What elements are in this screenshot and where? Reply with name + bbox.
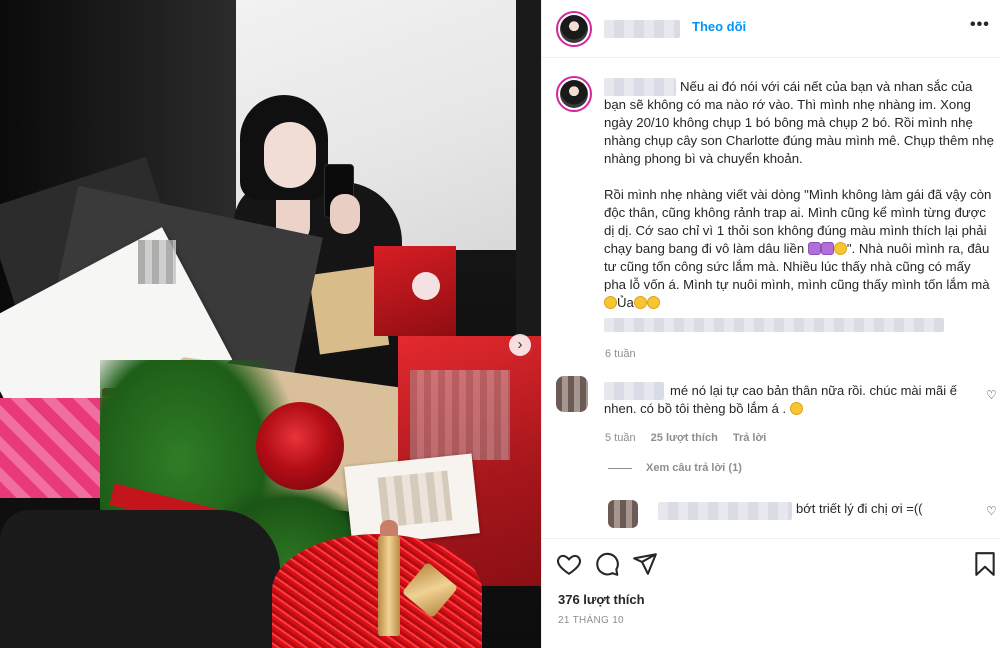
post-actions-bar: 376 lượt thích 21 THÁNG 10 (542, 538, 1000, 648)
mirror-frame (516, 0, 541, 340)
smile-emoji-icon (833, 242, 847, 255)
smile-emoji-icon (633, 296, 647, 309)
post-caption: Nếu ai đó nói với cái nết của bạn và nha… (604, 78, 996, 312)
follow-button[interactable]: Theo dõi (692, 19, 746, 34)
smile-emoji-icon (646, 296, 660, 309)
more-options-icon[interactable]: ••• (970, 16, 990, 34)
comment-likes[interactable]: 25 lượt thích (651, 432, 718, 444)
caption-paragraph-1: Nếu ai đó nói với cái nết của bạn và nha… (604, 79, 995, 166)
post-header: Theo dõi ••• (542, 0, 1000, 58)
commenter-avatar[interactable] (556, 376, 588, 412)
censor-mosaic (138, 240, 176, 284)
reply-username-censored[interactable] (658, 502, 792, 520)
censor-mosaic (410, 370, 510, 460)
woman-shrugging-emoji-icon (807, 242, 821, 255)
author-username-censored[interactable] (604, 20, 680, 38)
pink-box (0, 398, 112, 498)
chevron-right-icon: › (517, 336, 523, 353)
comment-time: 5 tuần (605, 432, 636, 444)
black-tissue-paper (0, 510, 280, 648)
reply-avatar[interactable] (608, 500, 638, 528)
bag-logo (412, 272, 440, 300)
censor-mosaic (377, 470, 453, 528)
next-photo-button[interactable]: › (509, 334, 531, 356)
red-rose (256, 402, 344, 490)
hand (330, 194, 360, 234)
reply-text: bớt triết lý đi chị ơi =(( (796, 501, 923, 516)
post-time: 6 tuần (605, 348, 636, 360)
comment-text: mé nó lại tự cao bản thân nữa rồi. chúc … (604, 383, 957, 416)
comment-like-heart-icon[interactable]: ♡ (986, 388, 997, 402)
comment-icon[interactable] (594, 551, 620, 577)
likes-count[interactable]: 376 lượt thích (558, 592, 645, 607)
view-replies-button[interactable]: Xem câu trả lời (1) (608, 462, 742, 474)
comment-meta: 5 tuần 25 lượt thích Trả lời (605, 432, 778, 444)
post-photo: › (0, 0, 541, 648)
sad-face-emoji-icon (789, 402, 803, 415)
caption-ua: Ủa (617, 295, 634, 310)
person-face (264, 122, 316, 188)
share-icon[interactable] (632, 551, 658, 577)
lipstick (378, 536, 400, 636)
woman-shrugging-emoji-icon (820, 242, 834, 255)
reply-like-heart-icon[interactable]: ♡ (986, 504, 997, 518)
bookmark-icon[interactable] (972, 551, 998, 577)
post-date: 21 THÁNG 10 (558, 615, 624, 626)
caption-author-avatar[interactable] (556, 76, 592, 112)
rolling-eyes-emoji-icon (604, 296, 617, 309)
heart-icon[interactable] (556, 551, 582, 577)
post-side-panel: Theo dõi ••• Nếu ai đó nói với cái nết c… (541, 0, 1000, 648)
caption-hashtags-censored[interactable] (604, 318, 944, 332)
reply-button[interactable]: Trả lời (733, 432, 767, 444)
author-avatar[interactable] (556, 11, 592, 47)
